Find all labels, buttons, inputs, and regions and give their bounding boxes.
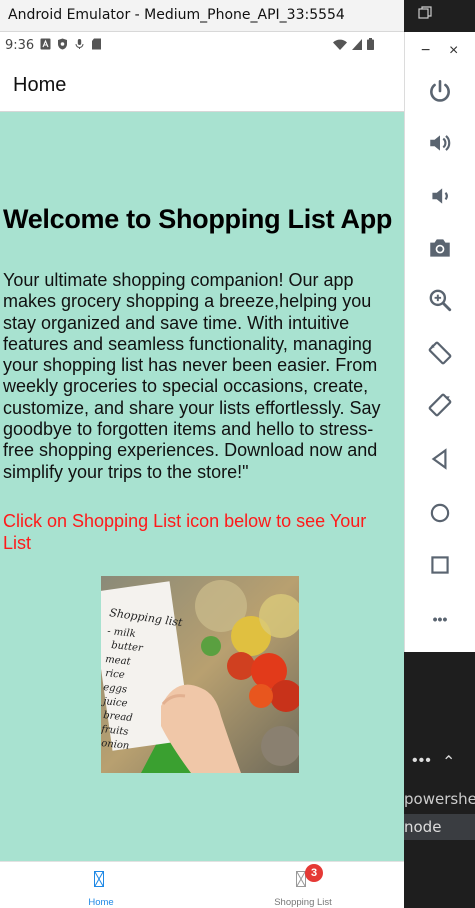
back-button[interactable] [425,444,455,474]
more-icon[interactable]: ••• [412,752,432,770]
terminal-powershell-tab[interactable]: powershell [404,790,475,808]
minimize-button[interactable]: − [421,42,430,60]
mic-notification-icon [75,39,84,49]
sd-card-notification-icon [92,38,101,50]
shield-notification-icon [58,38,67,50]
emulator-title: Android Emulator - Medium_Phone_API_33:5… [8,7,345,23]
home-content: Welcome to Shopping List App Your ultima… [0,112,404,861]
rotate-right-button[interactable] [425,390,455,420]
rotate-left-button[interactable] [425,338,455,368]
wifi-icon [333,39,347,50]
emulator-title-bar: Android Emulator - Medium_Phone_API_33:5… [0,0,404,32]
overview-button[interactable] [425,550,455,580]
welcome-heading: Welcome to Shopping List App [3,204,393,234]
signal-icon [352,38,362,50]
nav-tab-shopping-list[interactable]: Shopping List [202,862,404,908]
status-bar: 9:36 [0,32,404,58]
zoom-button[interactable] [425,285,455,315]
side-top-strip [404,0,475,32]
terminal-node-tab[interactable]: node [404,814,475,840]
power-button[interactable] [425,76,455,106]
home-circle-icon [430,503,450,523]
status-time: 9:36 [5,38,35,53]
font-notification-icon [40,38,51,50]
nav-label-shopping-list: Shopping List [274,897,332,908]
volume-down-button[interactable] [425,181,455,211]
rotate-right-icon [428,393,452,417]
screenshot-button[interactable] [425,233,455,263]
chevron-up-icon[interactable]: ⌃ [442,752,455,772]
emulator-control-panel: − × ••• [404,32,475,652]
zoom-in-icon [429,289,452,312]
intro-paragraph: Your ultimate shopping companion! Our ap… [3,270,381,482]
home-button[interactable] [425,498,455,528]
shopping-list-count-badge: 3 [305,864,323,882]
system-status-icons [333,38,374,50]
shopping-list-photo: Shopping list - milk butter meat rice eg… [101,576,299,773]
battery-icon [367,38,374,50]
page-title: Home [13,74,67,96]
volume-up-button[interactable] [425,128,455,158]
shopping-list-hint: Click on Shopping List icon below to see… [3,511,367,553]
shopping-photo-illustration: Shopping list - milk butter meat rice eg… [101,576,299,773]
more-button[interactable]: ••• [425,604,455,634]
restore-icon[interactable] [418,6,432,20]
ide-panel: ••• ⌃ powershell node [404,652,475,908]
hourglass-icon [94,871,104,887]
volume-up-icon [430,135,451,151]
close-button[interactable]: × [449,42,458,60]
nav-tab-home[interactable]: Home [0,862,202,908]
back-triangle-icon [431,448,447,470]
note-item: rice [105,668,126,681]
volume-down-icon [432,188,448,204]
power-icon [430,79,450,102]
camera-icon [430,239,450,257]
overview-square-icon [431,556,449,574]
notification-icons [40,38,102,50]
phone-screen: 9:36 Home Welcome to Shopping List App Y… [0,32,404,908]
nav-label-home: Home [88,897,114,908]
rotate-left-icon [428,341,452,365]
bottom-navigation: Home Shopping List 3 [0,861,404,908]
app-bar: Home [0,58,404,112]
